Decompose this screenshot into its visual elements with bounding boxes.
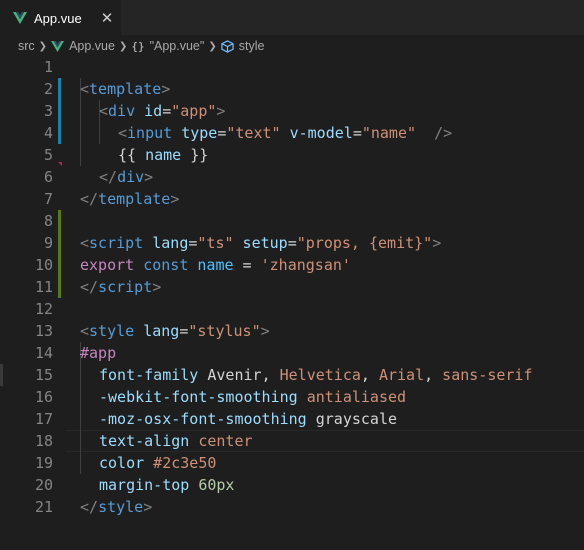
code-line-17: text-align center — [0, 408, 584, 450]
chevron-right-icon: ❯ — [118, 40, 128, 52]
code-line-4: {{ name }} — [0, 122, 584, 164]
token: > — [143, 498, 153, 516]
code-line-2: <div id="app"> — [0, 78, 584, 120]
code-line-10: </script> — [0, 254, 584, 296]
token: template — [98, 190, 171, 208]
vue-icon — [51, 40, 64, 52]
code-line-8: <script lang="ts" setup="props, {emit}"> — [0, 210, 584, 252]
code-editor[interactable]: 1 2 3 4 5 6 7 8 9 10 11 12 13 14 15 16 1… — [0, 56, 584, 550]
token: </ — [80, 190, 99, 208]
code-line-13: #app — [0, 320, 584, 362]
tab-app-vue[interactable]: App.vue ✕ — [0, 0, 121, 35]
breadcrumb-symbol[interactable]: style — [239, 39, 265, 53]
breadcrumb: src ❯ App.vue ❯ {} "App.vue" ❯ style — [0, 35, 584, 57]
code-line-9: export const name = 'zhangsan' — [0, 232, 584, 274]
token: > — [152, 278, 162, 296]
code-line-5: </div> — [0, 144, 584, 186]
vue-icon — [13, 12, 27, 24]
code-line-12: <style lang="stylus"> — [0, 298, 584, 340]
breadcrumb-folder[interactable]: src — [18, 39, 35, 53]
code-line-19: margin-top 60px — [0, 452, 584, 494]
code-line-15: -webkit-font-smoothing antialiased — [0, 364, 584, 406]
token: style — [98, 498, 144, 516]
token: </ — [80, 278, 99, 296]
close-icon[interactable]: ✕ — [101, 10, 114, 26]
cube-icon — [221, 39, 234, 53]
code-line-1: <template> — [0, 56, 584, 98]
tab-bar: App.vue ✕ — [0, 0, 584, 35]
breadcrumb-file[interactable]: App.vue — [69, 39, 115, 53]
code-line-3: <input type="text" v-model="name" /> — [0, 100, 584, 142]
code-line-16: -moz-osx-font-smoothing grayscale — [0, 386, 584, 428]
breadcrumb-component[interactable]: "App.vue" — [150, 39, 205, 53]
chevron-right-icon: ❯ — [38, 40, 48, 52]
code-line-14: font-family Avenir, Helvetica, Arial, sa… — [0, 342, 584, 384]
code-line-6: </template> — [0, 166, 584, 208]
chevron-right-icon: ❯ — [208, 40, 217, 52]
code-line-18: color #2c3e50 — [0, 430, 584, 472]
braces-icon: {} — [131, 39, 145, 53]
tab-label: App.vue — [34, 10, 82, 26]
code-line-20: </style> — [0, 474, 584, 516]
token: script — [98, 278, 153, 296]
token: </ — [80, 498, 99, 516]
token: > — [170, 190, 180, 208]
